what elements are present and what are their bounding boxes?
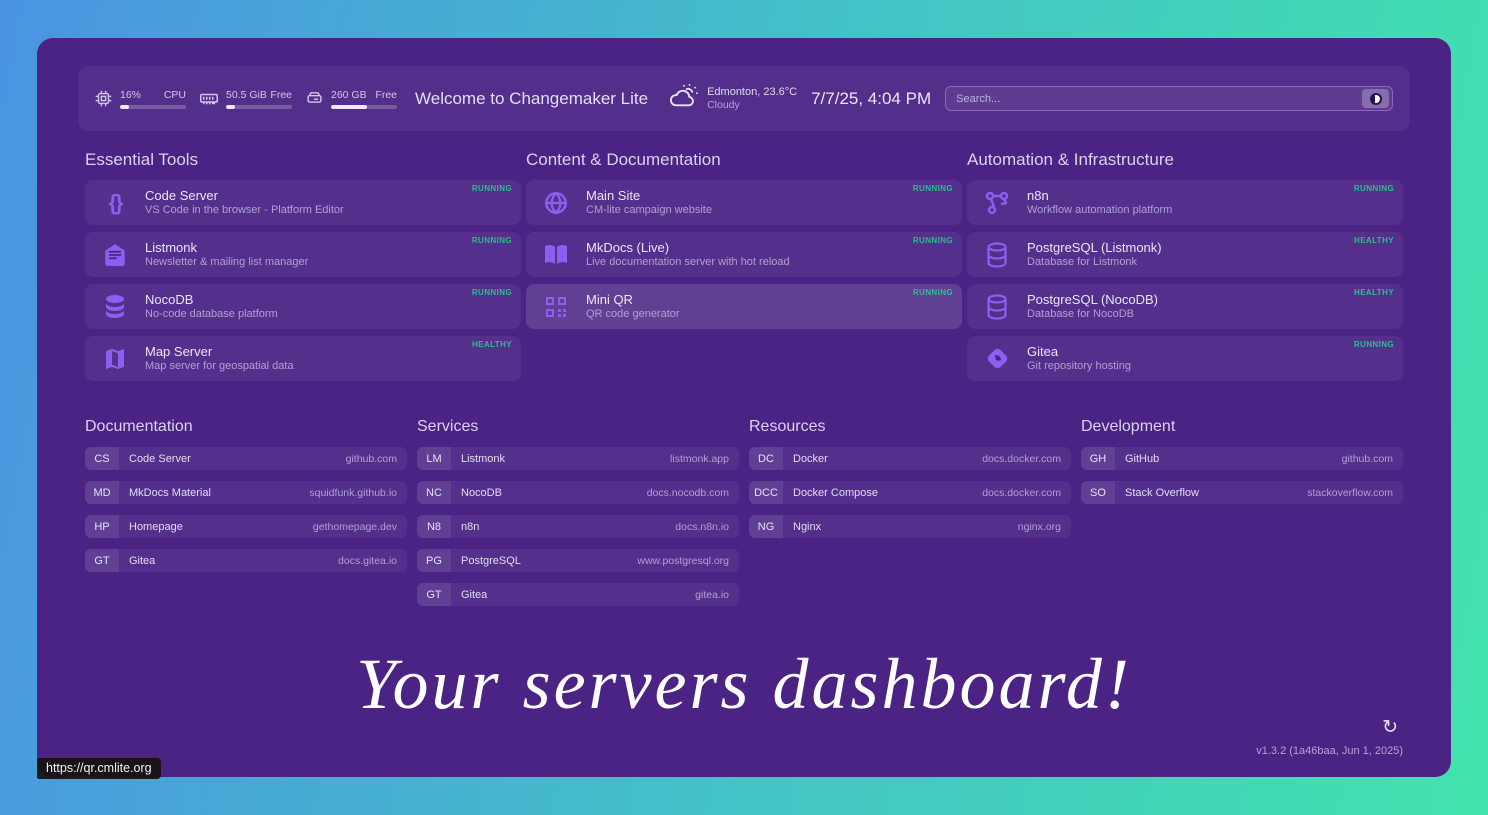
- service-card-nocodb[interactable]: NocoDB No-code database platform RUNNING: [85, 284, 521, 329]
- status-badge: RUNNING: [472, 236, 512, 245]
- search-bar: [945, 86, 1393, 111]
- weather-condition: Cloudy: [707, 99, 797, 111]
- map-icon: [101, 347, 129, 371]
- group-content-documentation: Content & Documentation Main Site CM-lit…: [526, 150, 962, 388]
- resource-widgets: 16% CPU 50.5 GiB Free: [95, 89, 397, 109]
- service-card-n8n[interactable]: n8n Workflow automation platform RUNNING: [967, 180, 1403, 225]
- globe-icon: [542, 190, 570, 216]
- search-input[interactable]: [956, 93, 1362, 105]
- group-title: Essential Tools: [85, 150, 521, 170]
- status-badge: HEALTHY: [472, 340, 512, 349]
- service-card-listmonk[interactable]: Listmonk Newsletter & mailing list manag…: [85, 232, 521, 277]
- status-badge: RUNNING: [913, 184, 953, 193]
- tagline-text: Your servers dashboard!: [85, 643, 1403, 726]
- workflow-icon: [983, 190, 1011, 216]
- bookmark-group-title: Resources: [749, 418, 1071, 436]
- service-card-mkdocs[interactable]: MkDocs (Live) Live documentation server …: [526, 232, 962, 277]
- cpu-icon: [95, 90, 112, 107]
- service-card-code-server[interactable]: { } Code Server VS Code in the browser -…: [85, 180, 521, 225]
- status-badge: RUNNING: [1354, 184, 1394, 193]
- disk-icon: [306, 90, 323, 107]
- bookmark-stack-overflow[interactable]: SO Stack Overflow stackoverflow.com: [1081, 481, 1403, 504]
- database-icon: [101, 294, 129, 320]
- cloud-sun-icon: [668, 83, 698, 114]
- cpu-label: CPU: [164, 89, 186, 101]
- cpu-bar: [120, 105, 186, 109]
- bookmark-gitea-docs[interactable]: GT Gitea docs.gitea.io: [85, 549, 407, 572]
- memory-widget: 50.5 GiB Free: [200, 89, 292, 109]
- group-title: Content & Documentation: [526, 150, 962, 170]
- group-automation-infrastructure: Automation & Infrastructure n8n Workflow…: [967, 150, 1403, 388]
- cpu-widget: 16% CPU: [95, 89, 186, 109]
- memory-label: Free: [270, 89, 292, 101]
- bookmark-listmonk[interactable]: LM Listmonk listmonk.app: [417, 447, 739, 470]
- bookmark-group-title: Development: [1081, 418, 1403, 436]
- page-title: Welcome to Changemaker Lite: [415, 89, 648, 109]
- weather-widget: Edmonton, 23.6°C Cloudy: [668, 83, 797, 114]
- mail-icon: [101, 242, 129, 268]
- bookmarks-documentation: Documentation CS Code Server github.com …: [85, 418, 407, 617]
- service-groups: Essential Tools { } Code Server VS Code …: [85, 150, 1403, 388]
- dashboard-panel: 16% CPU 50.5 GiB Free: [37, 38, 1451, 777]
- bookmark-group-title: Documentation: [85, 418, 407, 436]
- bookmark-github[interactable]: GH GitHub github.com: [1081, 447, 1403, 470]
- bookmark-group-title: Services: [417, 418, 739, 436]
- bookmarks-resources: Resources DC Docker docs.docker.com DCC …: [749, 418, 1071, 617]
- status-badge: HEALTHY: [1354, 288, 1394, 297]
- bookmarks-development: Development GH GitHub github.com SO Stac…: [1081, 418, 1403, 617]
- memory-value: 50.5 GiB: [226, 89, 267, 101]
- service-card-main-site[interactable]: Main Site CM-lite campaign website RUNNI…: [526, 180, 962, 225]
- qr-code-icon: [542, 295, 570, 319]
- bookmark-postgresql[interactable]: PG PostgreSQL www.postgresql.org: [417, 549, 739, 572]
- bookmark-homepage[interactable]: HP Homepage gethomepage.dev: [85, 515, 407, 538]
- service-card-gitea[interactable]: Gitea Git repository hosting RUNNING: [967, 336, 1403, 381]
- bookmark-mkdocs-material[interactable]: MD MkDocs Material squidfunk.github.io: [85, 481, 407, 504]
- weather-location-temp: Edmonton, 23.6°C: [707, 86, 797, 98]
- status-badge: RUNNING: [472, 288, 512, 297]
- footer-corner: ↻ v1.3.2 (1a46baa, Jun 1, 2025): [1256, 718, 1403, 757]
- gitea-icon: [983, 346, 1011, 371]
- bookmark-code-server[interactable]: CS Code Server github.com: [85, 447, 407, 470]
- status-badge: RUNNING: [913, 236, 953, 245]
- service-card-postgres-listmonk[interactable]: PostgreSQL (Listmonk) Database for Listm…: [967, 232, 1403, 277]
- disk-value: 260 GB: [331, 89, 367, 101]
- datetime: 7/7/25, 4:04 PM: [811, 89, 931, 109]
- group-title: Automation & Infrastructure: [967, 150, 1403, 170]
- version-text: v1.3.2 (1a46baa, Jun 1, 2025): [1256, 745, 1403, 757]
- database-icon: [983, 242, 1011, 268]
- bookmark-nginx[interactable]: NG Nginx nginx.org: [749, 515, 1071, 538]
- book-icon: [542, 243, 570, 267]
- bookmark-docker-compose[interactable]: DCC Docker Compose docs.docker.com: [749, 481, 1071, 504]
- bookmark-groups: Documentation CS Code Server github.com …: [85, 418, 1403, 617]
- disk-label: Free: [375, 89, 397, 101]
- status-badge: HEALTHY: [1354, 236, 1394, 245]
- bookmark-gitea[interactable]: GT Gitea gitea.io: [417, 583, 739, 606]
- memory-icon: [200, 92, 218, 106]
- bookmarks-services: Services LM Listmonk listmonk.app NC Noc…: [417, 418, 739, 617]
- search-engine-button[interactable]: [1362, 89, 1389, 108]
- disk-bar: [331, 105, 397, 109]
- service-card-postgres-nocodb[interactable]: PostgreSQL (NocoDB) Database for NocoDB …: [967, 284, 1403, 329]
- bookmark-nocodb[interactable]: NC NocoDB docs.nocodb.com: [417, 481, 739, 504]
- service-card-mini-qr[interactable]: Mini QR QR code generator RUNNING: [526, 284, 962, 329]
- code-braces-icon: { }: [101, 192, 129, 214]
- bookmark-n8n[interactable]: N8 n8n docs.n8n.io: [417, 515, 739, 538]
- status-badge: RUNNING: [913, 288, 953, 297]
- memory-bar: [226, 105, 292, 109]
- disk-widget: 260 GB Free: [306, 89, 397, 109]
- group-essential-tools: Essential Tools { } Code Server VS Code …: [85, 150, 521, 388]
- bookmark-docker[interactable]: DC Docker docs.docker.com: [749, 447, 1071, 470]
- database-icon: [983, 294, 1011, 320]
- header-band: 16% CPU 50.5 GiB Free: [78, 66, 1410, 131]
- cpu-value: 16%: [120, 89, 141, 101]
- refresh-icon[interactable]: ↻: [1382, 718, 1398, 737]
- link-preview-tooltip: https://qr.cmlite.org: [37, 758, 161, 779]
- service-card-map-server[interactable]: Map Server Map server for geospatial dat…: [85, 336, 521, 381]
- status-badge: RUNNING: [472, 184, 512, 193]
- search-engine-icon: [1370, 93, 1382, 105]
- status-badge: RUNNING: [1354, 340, 1394, 349]
